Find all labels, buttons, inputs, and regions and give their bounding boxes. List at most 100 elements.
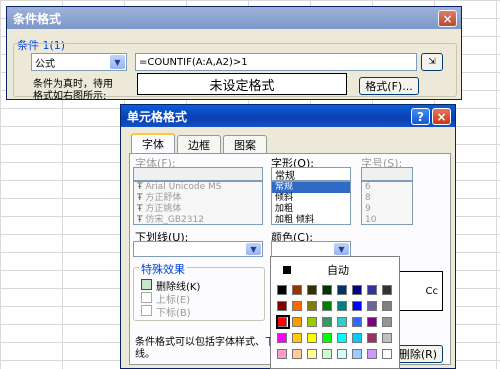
condition-type-select[interactable]: 公式 ▼: [31, 53, 127, 71]
formula-input[interactable]: =COUNTIF(A:A,A2)>1: [135, 53, 417, 71]
size-item-1[interactable]: 8: [362, 193, 412, 204]
color-swatch[interactable]: [382, 301, 392, 311]
color-swatch[interactable]: [292, 349, 302, 359]
note-line-2: 线。: [135, 349, 155, 360]
font-item-2[interactable]: Ŧ 方正姚体: [134, 204, 262, 215]
color-swatch[interactable]: [322, 317, 332, 327]
color-swatch[interactable]: [322, 333, 332, 343]
color-swatch[interactable]: [352, 333, 362, 343]
hint-line-2: 格式如右图所示:: [33, 91, 107, 102]
chevron-down-icon[interactable]: ▼: [246, 243, 261, 255]
color-swatch[interactable]: [337, 301, 347, 311]
color-swatch[interactable]: [337, 285, 347, 295]
font-preview-box: Cc: [399, 271, 443, 311]
clear-button[interactable]: 删除(R): [393, 345, 443, 363]
preview-char: Cc: [425, 285, 438, 297]
style-item-0-label: 常规: [275, 182, 294, 192]
color-swatch[interactable]: [352, 301, 362, 311]
color-swatch[interactable]: [307, 301, 317, 311]
cell-close-button[interactable]: ×: [432, 108, 451, 125]
cf-titlebar: 条件格式: [7, 7, 461, 29]
color-swatch[interactable]: [277, 333, 287, 343]
style-item-3[interactable]: 加粗 倾斜: [272, 215, 350, 224]
underline-select[interactable]: ▼: [133, 241, 263, 257]
style-list[interactable]: 常规 倾斜 加粗 加粗 倾斜: [271, 181, 351, 225]
color-swatch[interactable]: [292, 317, 302, 327]
range-select-button[interactable]: ⇲: [421, 53, 443, 71]
size-item-0[interactable]: 6: [362, 182, 412, 193]
style-item-2[interactable]: 加粗: [272, 204, 350, 215]
color-select[interactable]: ▼: [271, 241, 351, 257]
style-item-1[interactable]: 倾斜: [272, 193, 350, 204]
close-icon: ×: [436, 109, 447, 124]
font-item-1[interactable]: Ŧ 方正舒体: [134, 193, 262, 204]
condition-type-value: 公式: [35, 58, 55, 70]
color-swatch[interactable]: [367, 349, 377, 359]
color-swatch[interactable]: [307, 333, 317, 343]
color-swatch[interactable]: [337, 317, 347, 327]
cf-title: 条件格式: [13, 11, 62, 26]
color-swatch[interactable]: [292, 285, 302, 295]
color-swatch[interactable]: [307, 317, 317, 327]
size-item-1-label: 8: [365, 193, 371, 203]
preview-text: 未设定格式: [209, 78, 275, 94]
chevron-down-icon[interactable]: ▼: [334, 243, 349, 255]
size-list[interactable]: 6 8 9 10: [361, 181, 413, 225]
auto-color-swatch: [283, 266, 291, 274]
size-item-0-label: 6: [365, 182, 371, 192]
color-swatch[interactable]: [292, 333, 302, 343]
size-input[interactable]: [361, 167, 413, 181]
chevron-down-icon[interactable]: ▼: [110, 55, 125, 69]
color-swatch[interactable]: [322, 285, 332, 295]
cf-close-button[interactable]: ×: [438, 10, 457, 27]
color-swatch[interactable]: [307, 349, 317, 359]
tab-pattern-label: 图案: [234, 138, 256, 152]
color-swatch[interactable]: [367, 317, 377, 327]
tab-font[interactable]: 字体: [131, 133, 175, 153]
font-list[interactable]: Ŧ Arial Unicode MS Ŧ 方正舒体 Ŧ 方正姚体 Ŧ 仿宋_GB…: [133, 181, 263, 225]
effects-label: 特殊效果: [139, 261, 187, 277]
font-item-0-label: Arial Unicode MS: [145, 182, 222, 192]
color-swatch[interactable]: [382, 349, 392, 359]
color-swatch[interactable]: [277, 301, 287, 311]
formula-value: =COUNTIF(A:A,A2)>1: [139, 56, 248, 68]
color-swatch[interactable]: [292, 301, 302, 311]
font-item-0[interactable]: Ŧ Arial Unicode MS: [134, 182, 262, 193]
color-swatch[interactable]: [322, 301, 332, 311]
superscript-checkbox[interactable]: [141, 292, 152, 303]
truetype-icon: Ŧ: [137, 193, 143, 203]
size-item-2[interactable]: 9: [362, 204, 412, 215]
auto-color-option[interactable]: 自动: [277, 263, 395, 277]
style-input[interactable]: 常规: [271, 167, 351, 181]
color-swatch[interactable]: [337, 333, 347, 343]
size-item-2-label: 9: [365, 204, 371, 214]
color-swatch[interactable]: [277, 285, 287, 295]
color-swatch[interactable]: [352, 349, 362, 359]
note-line-1: 条件格式可以包括字体样式、下: [135, 337, 275, 348]
tab-border[interactable]: 边框: [177, 135, 221, 153]
format-preview-box: 未设定格式: [137, 73, 347, 95]
style-item-1-label: 倾斜: [275, 193, 294, 203]
tab-pattern[interactable]: 图案: [223, 135, 267, 153]
strikethrough-checkbox[interactable]: [141, 279, 152, 290]
auto-color-label: 自动: [327, 264, 349, 277]
color-swatch[interactable]: [382, 333, 392, 343]
color-swatch[interactable]: [277, 349, 287, 359]
color-swatch[interactable]: [307, 285, 317, 295]
help-button[interactable]: ?: [411, 108, 430, 125]
color-swatch[interactable]: [367, 301, 377, 311]
format-button[interactable]: 格式(F)...: [359, 77, 419, 95]
subscript-checkbox[interactable]: [141, 305, 152, 316]
style-item-0[interactable]: 常规: [272, 182, 350, 193]
color-swatch[interactable]: [322, 349, 332, 359]
color-swatch[interactable]: [367, 333, 377, 343]
font-input[interactable]: [133, 167, 263, 181]
font-item-3[interactable]: Ŧ 仿宋_GB2312: [134, 215, 262, 224]
color-swatch[interactable]: [382, 285, 392, 295]
color-swatch[interactable]: [367, 285, 377, 295]
color-swatch[interactable]: [352, 285, 362, 295]
size-item-3[interactable]: 10: [362, 215, 412, 224]
color-swatch[interactable]: [352, 317, 362, 327]
color-swatch[interactable]: [382, 317, 392, 327]
color-swatch[interactable]: [337, 349, 347, 359]
